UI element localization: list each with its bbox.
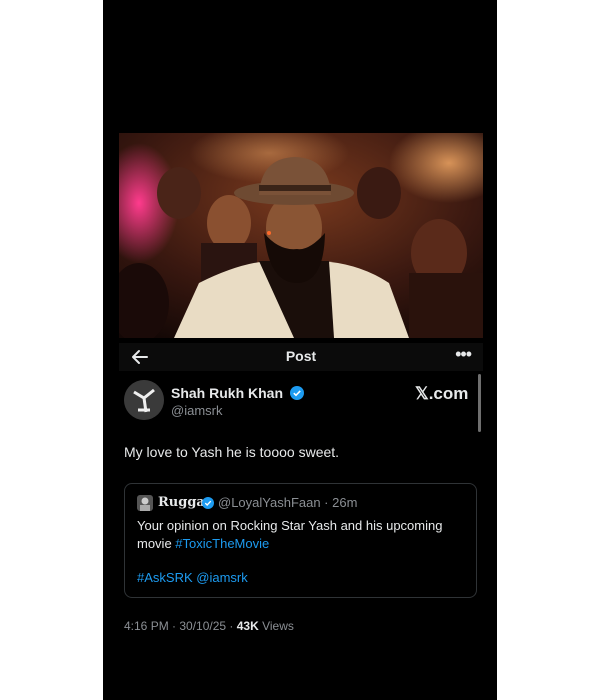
scrollbar[interactable] xyxy=(478,374,481,432)
author-name-text: Shah Rukh Khan xyxy=(171,385,284,401)
quoted-post[interactable]: Rugga @LoyalYashFaan · 26m Your opinion … xyxy=(124,483,477,598)
post-header-bar: Post ••• xyxy=(119,343,483,371)
movie-still-photo xyxy=(119,133,483,338)
author-name[interactable]: Shah Rukh Khan xyxy=(171,385,304,403)
phone-screen: Post ••• Shah Rukh Khan @iamsrk 𝕏.com My… xyxy=(103,0,497,700)
quote-tags: #AskSRK @iamsrk xyxy=(137,570,248,585)
quote-avatar[interactable] xyxy=(137,495,153,511)
avatar[interactable] xyxy=(124,380,164,420)
more-dots-icon[interactable]: ••• xyxy=(455,344,472,365)
x-watermark: 𝕏.com xyxy=(415,384,469,403)
author-handle[interactable]: @iamsrk xyxy=(171,403,222,418)
quote-text: Your opinion on Rocking Star Yash and hi… xyxy=(137,517,467,553)
verified-badge-icon xyxy=(202,496,214,514)
post-timestamp: 4:16 PM · 30/10/25 · xyxy=(124,619,237,633)
post-image[interactable] xyxy=(119,133,483,338)
hashtag-link[interactable]: #ToxicTheMovie xyxy=(175,536,269,551)
mention-link[interactable]: @iamsrk xyxy=(196,570,247,585)
views-label: Views xyxy=(258,619,294,633)
hashtag-link[interactable]: #AskSRK xyxy=(137,570,193,585)
post-meta: 4:16 PM · 30/10/25 · 43K Views xyxy=(124,619,294,633)
verified-badge-icon xyxy=(289,386,304,403)
view-count[interactable]: 43K xyxy=(237,619,259,633)
post-text: My love to Yash he is toooo sweet. xyxy=(124,444,340,460)
quote-author-name[interactable]: Rugga xyxy=(158,495,205,510)
quote-handle-time: @LoyalYashFaan · 26m xyxy=(218,495,358,510)
page-title: Post xyxy=(285,348,317,364)
